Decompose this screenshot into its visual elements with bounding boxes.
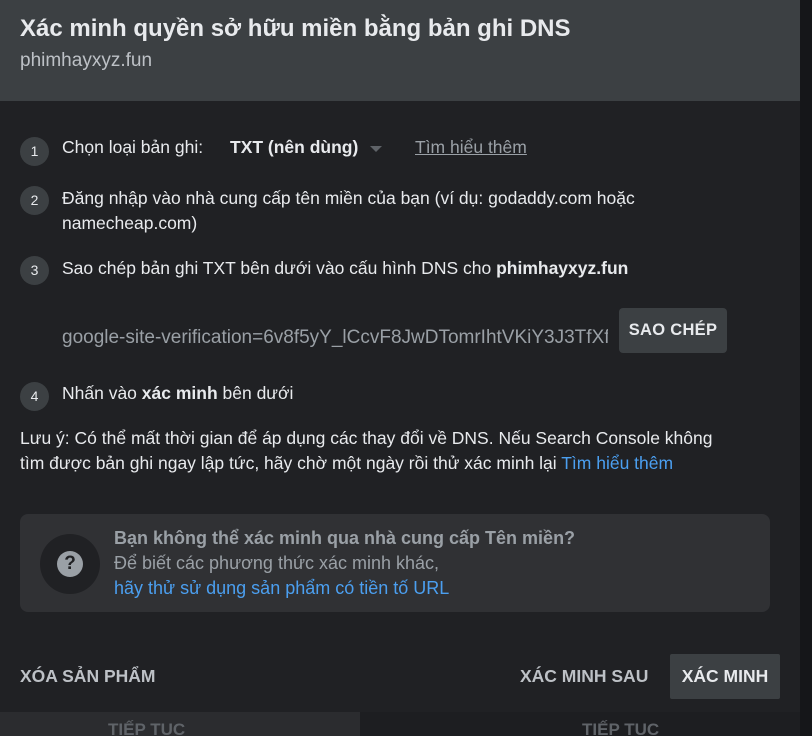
- record-type-value: TXT (nên dùng): [230, 137, 359, 157]
- background-continue-label: TIẾP TỤC: [108, 720, 186, 736]
- note-line-1: Lưu ý: Có thể mất thời gian để áp dụng c…: [20, 428, 713, 448]
- step-3-domain: phimhayxyz.fun: [496, 258, 629, 278]
- remove-property-button[interactable]: XÓA SẢN PHẨM: [20, 664, 155, 689]
- step-2-badge: 2: [20, 186, 49, 215]
- background-continue-button-right: TIẾP TỤC: [568, 712, 688, 736]
- step-4-bold: xác minh: [141, 383, 218, 403]
- step-2-text-line1: Đăng nhập vào nhà cung cấp tên miền của …: [62, 188, 635, 208]
- info-box-text: Để biết các phương thức xác minh khác,: [114, 553, 440, 573]
- learn-more-link[interactable]: Tìm hiểu thêm: [415, 135, 527, 160]
- step-3-text: Sao chép bản ghi TXT bên dưới vào cấu hì…: [62, 256, 628, 281]
- background-scroll-area: [800, 0, 812, 736]
- step-4-prefix: Nhấn vào: [62, 383, 142, 403]
- verify-button[interactable]: XÁC MINH: [670, 654, 780, 699]
- step-1-badge: 1: [20, 137, 49, 166]
- property-domain: phimhayxyz.fun: [20, 50, 153, 71]
- dns-verification-dialog: Xác minh quyền sở hữu miền bằng bản ghi …: [0, 0, 800, 712]
- step-2-text-line2: namecheap.com): [62, 213, 198, 233]
- step-3-badge: 3: [20, 256, 49, 285]
- step-3-instruction: Sao chép bản ghi TXT bên dưới vào cấu hì…: [62, 258, 497, 278]
- note-line-2: tìm được bản ghi ngay lập tức, hãy chờ m…: [20, 451, 673, 476]
- alternative-verification-box: ? Bạn không thể xác minh qua nhà cung cấ…: [20, 514, 770, 612]
- step-4-text: Nhấn vào xác minh bên dưới: [62, 381, 293, 406]
- url-prefix-property-link[interactable]: hãy thử sử dụng sản phẩm có tiền tố URL: [114, 576, 449, 601]
- step-4-badge: 4: [20, 382, 49, 411]
- dialog-title: Xác minh quyền sở hữu miền bằng bản ghi …: [20, 15, 571, 42]
- copy-button[interactable]: SAO CHÉP: [619, 308, 727, 353]
- record-type-select[interactable]: TXT (nên dùng): [230, 135, 383, 160]
- step-4-suffix: bên dưới: [217, 383, 294, 403]
- help-icon-container: ?: [40, 534, 100, 594]
- background-continue-button-left: TIẾP TỤC: [92, 712, 204, 736]
- chevron-down-icon: [370, 145, 383, 152]
- background-continue-label: TIẾP TỤC: [582, 720, 660, 736]
- txt-record-value[interactable]: google-site-verification=6v8f5yY_lCcvF8J…: [62, 325, 608, 351]
- note-learn-more-link[interactable]: Tìm hiểu thêm: [561, 453, 673, 473]
- note-text: tìm được bản ghi ngay lập tức, hãy chờ m…: [20, 453, 562, 473]
- verify-later-button[interactable]: XÁC MINH SAU: [520, 664, 648, 689]
- step-1-label: Chọn loại bản ghi:: [62, 137, 204, 157]
- dialog-header: Xác minh quyền sở hữu miền bằng bản ghi …: [0, 0, 800, 101]
- info-box-title: Bạn không thể xác minh qua nhà cung cấp …: [114, 528, 576, 548]
- question-mark-icon: ?: [57, 551, 83, 577]
